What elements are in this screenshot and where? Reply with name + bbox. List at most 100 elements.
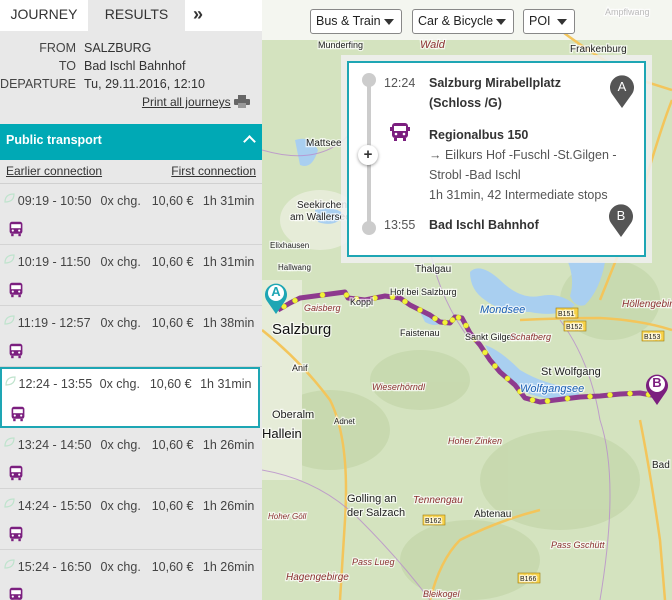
route-stop[interactable] <box>607 392 613 398</box>
car-bicycle-filter-select[interactable]: Car & Bicycle <box>412 9 514 34</box>
result-row[interactable]: 11:19 - 12:57 0x chg. 10,60 € 1h 38min <box>0 306 262 367</box>
result-time: 11:19 - 12:57 <box>17 316 91 330</box>
first-connection-link[interactable]: First connection <box>171 160 256 183</box>
map-label: B153 <box>644 334 660 341</box>
map-label: Schafberg <box>510 332 551 342</box>
route-stop[interactable] <box>504 375 511 382</box>
route-stop[interactable] <box>627 390 633 397</box>
map-label: Faistenau <box>400 328 440 338</box>
map-label: Thalgau <box>415 264 451 275</box>
route-stop[interactable] <box>529 397 536 403</box>
map-label: Höllengebirge <box>622 299 672 310</box>
result-time: 14:24 - 15:50 <box>17 499 92 513</box>
public-transport-header[interactable]: Public transport <box>0 124 262 160</box>
map-label: B166 <box>520 576 536 583</box>
result-duration: 1h 31min <box>202 194 255 208</box>
route-stop[interactable] <box>449 317 456 323</box>
result-row[interactable]: 12:24 - 13:55 0x chg. 10,60 € 1h 31min <box>0 367 260 428</box>
map-label: Bleikogel <box>423 589 461 599</box>
tab-journey[interactable]: JOURNEY <box>0 0 88 31</box>
route-stop[interactable] <box>587 393 593 400</box>
connection-nav: Earlier connection First connection <box>0 160 262 184</box>
result-row[interactable]: 15:24 - 16:50 0x chg. 10,60 € 1h 26min <box>0 550 262 600</box>
result-changes: 0x chg. <box>100 499 141 513</box>
result-price: 10,60 € <box>151 499 194 513</box>
departure-stop-line2: (Schloss /G) <box>429 96 502 110</box>
map-label: Frankenburg <box>570 44 627 55</box>
print-all-journeys-link[interactable]: Print all journeys <box>0 93 262 111</box>
map-label: Tennengau <box>413 495 463 506</box>
route-stop[interactable] <box>463 322 469 329</box>
route-stop[interactable] <box>442 319 448 326</box>
departure-time: 12:24 <box>384 76 416 90</box>
map-label: Mattsee <box>306 138 342 149</box>
journey-detail-popup: + 12:24 Salzburg Mirabellplatz (Schloss /… <box>347 61 646 257</box>
bus-icon <box>8 526 24 545</box>
result-row[interactable]: 09:19 - 10:50 0x chg. 10,60 € 1h 31min <box>0 184 262 245</box>
route-stop[interactable] <box>432 315 438 322</box>
result-row[interactable]: 10:19 - 11:50 0x chg. 10,60 € 1h 31min <box>0 245 262 306</box>
eco-leaf-icon <box>4 559 18 569</box>
arrival-time: 13:55 <box>384 218 416 232</box>
result-changes: 0x chg. <box>100 438 141 452</box>
chevron-up-icon[interactable] <box>243 135 256 148</box>
bus-icon <box>8 587 24 600</box>
to-label: TO <box>58 59 76 73</box>
route-stop[interactable] <box>319 292 326 298</box>
eco-leaf-icon <box>4 315 18 325</box>
popup-marker-a: A <box>609 75 635 109</box>
route-stop[interactable] <box>402 298 408 305</box>
result-row[interactable]: 13:24 - 14:50 0x chg. 10,60 € 1h 26min <box>0 428 262 489</box>
results-list: 09:19 - 10:50 0x chg. 10,60 €1h 31min 10:19… <box>0 184 262 600</box>
filter-label: POI <box>529 14 551 28</box>
map-label: B151 <box>558 311 574 318</box>
bus-train-filter-select[interactable]: Bus & Train <box>310 9 402 34</box>
result-duration: 1h 31min <box>202 255 255 269</box>
result-row[interactable]: 14:24 - 15:50 0x chg. 10,60 € 1h 26min <box>0 489 262 550</box>
collapse-panel-button[interactable]: » <box>185 0 262 31</box>
map-label: St Wolfgang <box>541 366 601 378</box>
side-panel: JOURNEY RESULTS » FROM SALZBURG TO Bad Isc… <box>0 0 262 600</box>
bus-icon <box>8 465 24 484</box>
route-stop[interactable] <box>343 292 350 298</box>
map-label: der Salzach <box>347 507 405 519</box>
map-label: Golling an <box>347 493 397 505</box>
expand-stops-button[interactable]: + <box>358 145 378 165</box>
map-label: Bad <box>652 460 670 471</box>
from-label: FROM <box>39 41 76 55</box>
route-stop[interactable] <box>292 297 298 304</box>
marker-a-label: A <box>617 79 627 94</box>
map-label: Pass Lueg <box>352 557 395 567</box>
tab-results[interactable]: RESULTS <box>88 0 185 31</box>
map-pin-a[interactable]: A <box>263 281 289 315</box>
pin-a-label: A <box>271 284 281 299</box>
route-stop[interactable] <box>544 398 551 404</box>
earlier-connection-link[interactable]: Earlier connection <box>6 160 102 183</box>
journey-summary: FROM SALZBURG TO Bad Ischl Bahnhof DEPARTU… <box>0 31 262 124</box>
map-label: Hallein <box>262 426 302 441</box>
map-label: am Wallersee <box>290 212 351 223</box>
map-label: Oberalm <box>272 409 314 421</box>
map-label: Hallwang <box>278 263 311 272</box>
route-stop[interactable] <box>372 295 378 301</box>
eco-leaf-icon <box>4 437 18 447</box>
from-value: SALZBURG <box>84 41 152 55</box>
map-label: Mondsee <box>480 304 525 316</box>
route-stop[interactable] <box>455 314 462 321</box>
route-stop[interactable] <box>564 395 571 402</box>
eco-leaf-icon <box>4 193 18 203</box>
route-stop[interactable] <box>482 349 488 356</box>
map-label: Wald <box>420 39 446 51</box>
departure-stop-line1: Salzburg Mirabellplatz <box>429 76 561 90</box>
poi-filter-select[interactable]: POI <box>523 9 575 34</box>
print-link-text[interactable]: Print all journeys <box>142 95 231 109</box>
map-label: Pass Gschütt <box>551 540 605 550</box>
route-stop[interactable] <box>492 363 498 369</box>
bus-icon <box>10 406 26 425</box>
route-stop[interactable] <box>417 307 423 313</box>
bus-icon <box>8 221 24 240</box>
result-price: 10,60 € <box>151 438 194 452</box>
map-label: Salzburg <box>272 321 331 338</box>
map-pin-b[interactable]: B <box>644 372 670 406</box>
result-duration: 1h 26min <box>202 438 255 452</box>
